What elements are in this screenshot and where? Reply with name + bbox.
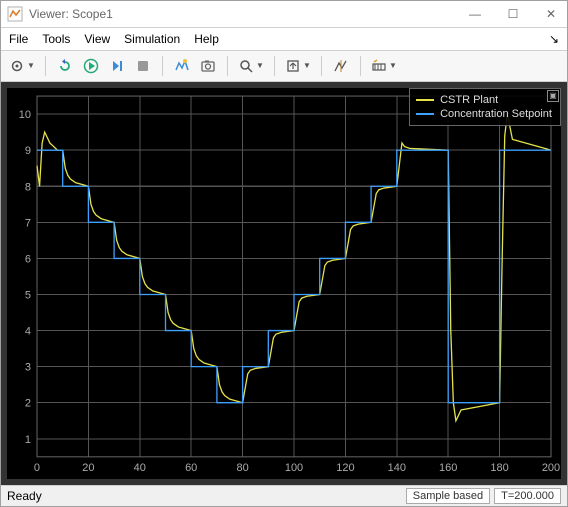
- zoom-icon[interactable]: ▼: [236, 55, 266, 77]
- legend-label-1: Concentration Setpoint: [440, 108, 552, 120]
- svg-text:140: 140: [388, 462, 406, 474]
- legend-label-0: CSTR Plant: [440, 94, 498, 106]
- stop-icon[interactable]: [132, 55, 154, 77]
- run-icon[interactable]: [80, 55, 102, 77]
- config-gear-icon[interactable]: ▼: [7, 55, 37, 77]
- status-time: T=200.000: [494, 488, 561, 504]
- window-controls: — ☐ ✕: [465, 7, 561, 21]
- svg-text:40: 40: [134, 462, 146, 474]
- svg-text:120: 120: [336, 462, 354, 474]
- menu-help[interactable]: Help: [194, 32, 219, 46]
- step-forward-icon[interactable]: [106, 55, 128, 77]
- app-icon: [7, 6, 23, 22]
- toolbar: ▼ ▼ ▼ ▼: [1, 51, 567, 82]
- svg-text:5: 5: [25, 289, 31, 301]
- svg-text:180: 180: [490, 462, 508, 474]
- menu-file[interactable]: File: [9, 32, 28, 46]
- menu-simulation[interactable]: Simulation: [124, 32, 180, 46]
- legend-swatch-0: [416, 99, 434, 101]
- legend-expand-icon[interactable]: ▣: [547, 90, 559, 102]
- legend-swatch-1: [416, 113, 434, 115]
- legend[interactable]: ▣ CSTR Plant Concentration Setpoint: [409, 88, 561, 126]
- triggers-icon[interactable]: ▼: [369, 55, 399, 77]
- toolbar-separator: [162, 56, 163, 76]
- svg-text:60: 60: [185, 462, 197, 474]
- svg-text:7: 7: [25, 217, 31, 229]
- plot-area: 0 20 40 60 80 100 120 140 160 180 200 1 2 3 4 5 6 7 8 9 10 ▣…: [1, 82, 567, 485]
- restart-icon[interactable]: [54, 55, 76, 77]
- snapshot-icon[interactable]: [197, 55, 219, 77]
- axes: 0 20 40 60 80 100 120 140 160 180 200 1 2 3 4 5 6 7 8 9 10: [7, 88, 561, 479]
- minimize-button[interactable]: —: [465, 7, 485, 21]
- toolbar-separator: [360, 56, 361, 76]
- toolbar-separator: [227, 56, 228, 76]
- svg-text:2: 2: [25, 397, 31, 409]
- svg-text:80: 80: [236, 462, 248, 474]
- cursor-measure-icon[interactable]: [330, 55, 352, 77]
- svg-text:4: 4: [25, 325, 31, 337]
- window-title: Viewer: Scope1: [29, 7, 465, 21]
- highlight-signal-icon[interactable]: [171, 55, 193, 77]
- legend-row-1: Concentration Setpoint: [416, 107, 552, 121]
- svg-text:10: 10: [19, 109, 31, 121]
- svg-text:200: 200: [542, 462, 560, 474]
- svg-text:0: 0: [34, 462, 40, 474]
- menubar: File Tools View Simulation Help ↘: [1, 28, 567, 51]
- toolbar-separator: [274, 56, 275, 76]
- status-ready: Ready: [7, 489, 402, 503]
- titlebar: Viewer: Scope1 — ☐ ✕: [1, 1, 567, 28]
- svg-text:160: 160: [439, 462, 457, 474]
- statusbar: Ready Sample based T=200.000: [1, 485, 567, 506]
- menu-overflow-icon[interactable]: ↘: [549, 32, 559, 46]
- close-button[interactable]: ✕: [541, 7, 561, 21]
- svg-text:6: 6: [25, 253, 31, 265]
- svg-text:8: 8: [25, 181, 31, 193]
- plot-canvas[interactable]: 0 20 40 60 80 100 120 140 160 180 200 1 2 3 4 5 6 7 8 9 10 ▣…: [7, 88, 561, 479]
- status-mode: Sample based: [406, 488, 490, 504]
- menu-tools[interactable]: Tools: [42, 32, 70, 46]
- svg-text:3: 3: [25, 361, 31, 373]
- svg-text:9: 9: [25, 145, 31, 157]
- svg-text:1: 1: [25, 434, 31, 446]
- legend-row-0: CSTR Plant: [416, 93, 552, 107]
- svg-text:20: 20: [82, 462, 94, 474]
- toolbar-separator: [321, 56, 322, 76]
- toolbar-separator: [45, 56, 46, 76]
- autoscale-icon[interactable]: ▼: [283, 55, 313, 77]
- scope-window: Viewer: Scope1 — ☐ ✕ File Tools View Sim…: [0, 0, 568, 507]
- menu-view[interactable]: View: [84, 32, 110, 46]
- svg-text:100: 100: [285, 462, 303, 474]
- maximize-button[interactable]: ☐: [503, 7, 523, 21]
